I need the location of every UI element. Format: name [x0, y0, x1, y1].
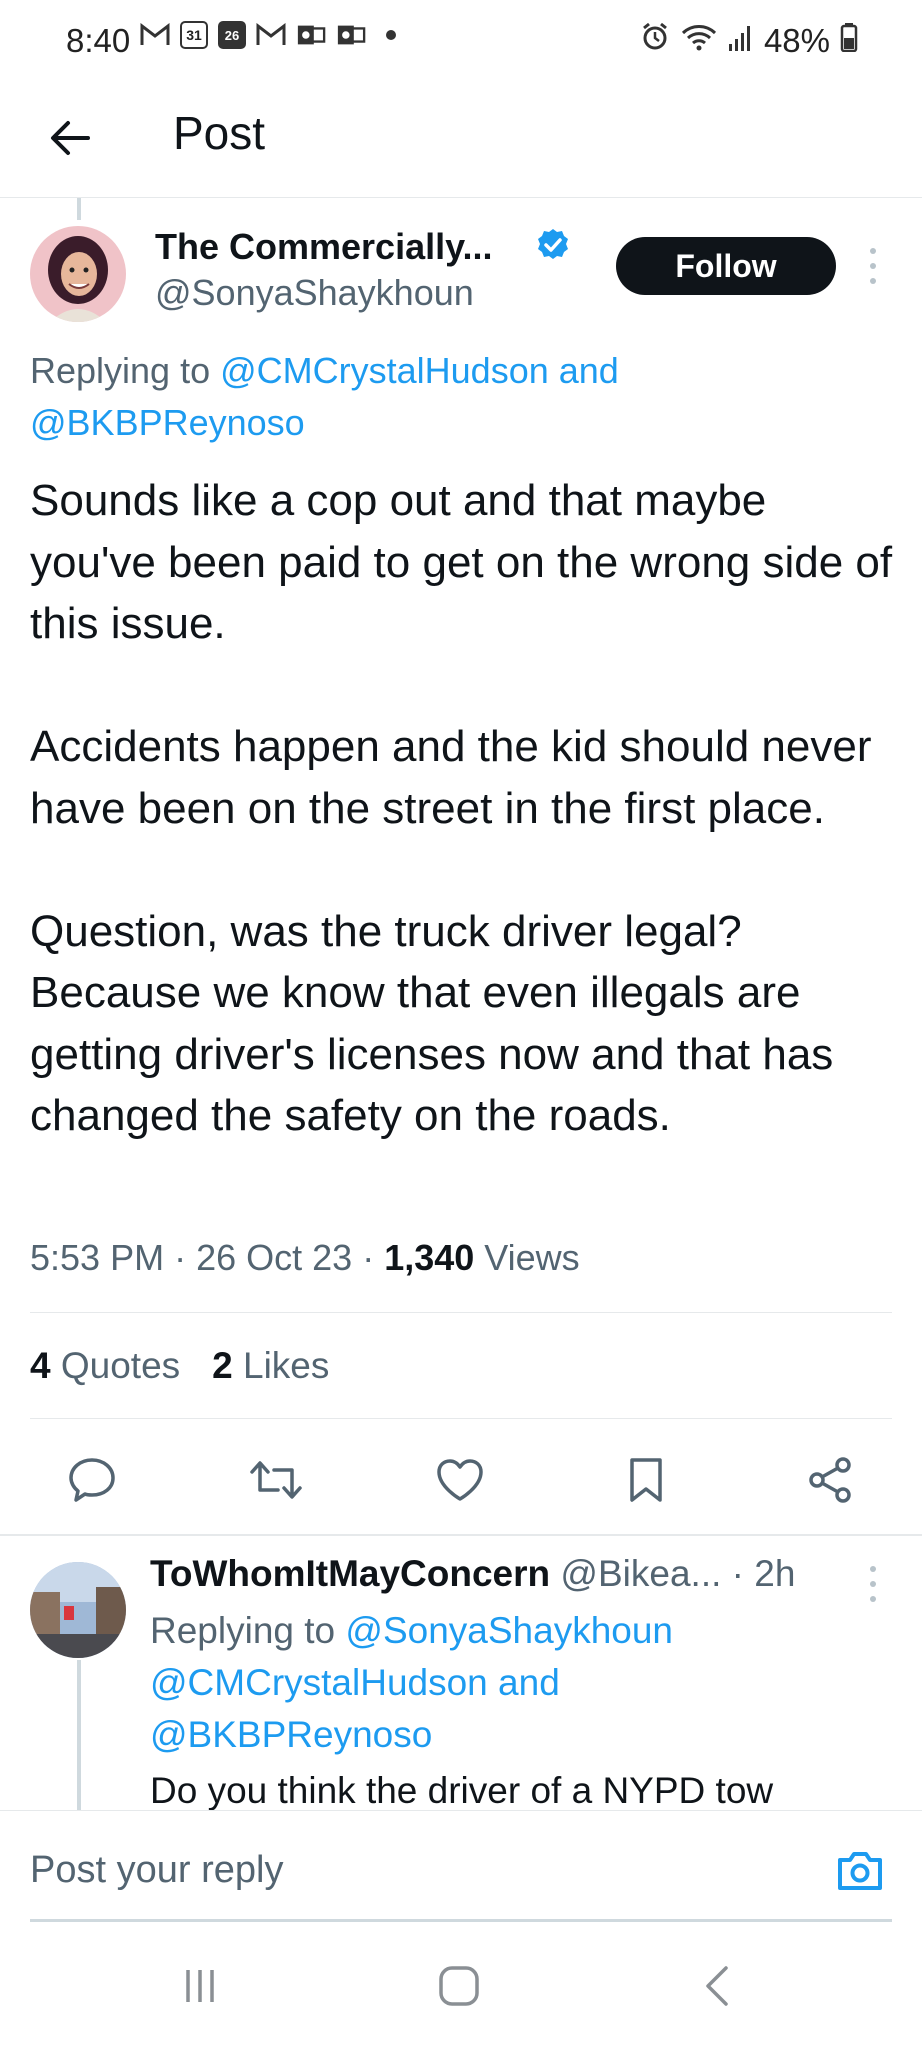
notification-icons: 31 26 — [140, 20, 406, 50]
repost-icon — [250, 1461, 302, 1499]
replying-and: and — [487, 1662, 560, 1703]
heart-icon — [437, 1459, 483, 1501]
avatar[interactable] — [30, 226, 126, 322]
arrow-left-icon — [51, 121, 90, 155]
back-button[interactable] — [40, 108, 100, 168]
tweet-meta: 5:53 PM · 26 Oct 23 · 1,340 Views — [30, 1237, 580, 1278]
likes-count: 2 — [212, 1345, 233, 1386]
tweet-paragraph: Sounds like a cop out and that maybe you… — [30, 476, 893, 648]
recent-apps-icon — [186, 1970, 214, 2002]
profile-photo-icon — [30, 226, 126, 322]
alarm-icon — [640, 22, 670, 60]
replying-and: and — [548, 350, 619, 391]
mention-link[interactable]: @BKBPReynoso — [150, 1714, 432, 1755]
bookmark-button[interactable] — [618, 1452, 674, 1508]
replying-prefix: Replying to — [150, 1610, 346, 1651]
camera-button[interactable] — [834, 1847, 886, 1895]
quotes-count: 4 — [30, 1345, 51, 1386]
replying-prefix: Replying to — [30, 350, 221, 391]
repost-button[interactable] — [248, 1452, 304, 1508]
system-back-button[interactable] — [682, 1956, 752, 2016]
quotes-label: Quotes — [50, 1345, 181, 1386]
calendar-day: 31 — [186, 27, 202, 43]
calendar-icon: 26 — [218, 21, 246, 49]
reply-age: 2h — [754, 1553, 796, 1594]
tweet-date: 26 Oct 23 — [196, 1237, 353, 1278]
action-bar — [0, 1440, 922, 1520]
post-screen: 8:40 31 26 48% Post The Commercially... … — [0, 0, 922, 2048]
reply-input[interactable]: Post your reply — [30, 1849, 283, 1892]
home-button[interactable] — [424, 1956, 494, 2016]
signal-icon — [728, 22, 754, 60]
chevron-left-icon — [706, 1966, 728, 2006]
dot-icon — [376, 20, 406, 50]
home-icon — [439, 1966, 479, 2006]
recent-apps-button[interactable] — [165, 1956, 235, 2016]
gmail-icon — [140, 20, 170, 50]
views-count: 1,340 — [384, 1237, 475, 1278]
mention-link[interactable]: @CMCrystalHudson — [220, 350, 549, 391]
outlook-icon — [296, 20, 326, 50]
share-icon — [809, 1457, 851, 1503]
bookmark-icon — [630, 1458, 662, 1502]
reply-composer: Post your reply — [0, 1810, 922, 1930]
thread-connector — [77, 1660, 81, 1810]
status-time: 8:40 — [66, 22, 131, 59]
battery-icon — [840, 22, 858, 60]
calendar-day: 26 — [224, 27, 240, 43]
page-title: Post — [173, 107, 266, 159]
top-app-bar: Post — [0, 80, 922, 198]
replying-to: Replying to @SonyaShaykhoun @CMCrystalHud… — [150, 1605, 890, 1761]
share-button[interactable] — [802, 1452, 858, 1508]
mention-link[interactable]: @CMCrystalHudson — [150, 1662, 488, 1703]
follow-button[interactable]: Follow — [616, 237, 836, 295]
views-label: Views — [474, 1237, 580, 1278]
likes-stat[interactable]: 2 Likes — [212, 1345, 329, 1387]
camera-icon — [838, 1852, 882, 1890]
battery-percent: 48% — [763, 22, 830, 59]
divider — [0, 1534, 922, 1536]
reply-author-name[interactable]: ToWhomItMayConcern — [150, 1553, 550, 1594]
calendar-icon: 31 — [180, 21, 208, 49]
more-options-icon[interactable] — [866, 1566, 880, 1602]
replying-to: Replying to @CMCrystalHudson and @BKBPRe… — [30, 345, 890, 449]
author-handle[interactable]: @SonyaShaykhoun — [155, 272, 474, 314]
tweet-text: Sounds like a cop out and that maybe you… — [30, 470, 900, 1147]
reply-text: Do you think the driver of a NYPD tow — [150, 1770, 774, 1811]
status-right: 48% — [640, 22, 858, 60]
likes-label: Likes — [232, 1345, 330, 1386]
input-underline — [30, 1919, 892, 1922]
reply-icon — [69, 1458, 115, 1502]
tweet-paragraph: Accidents happen and the kid should neve… — [30, 722, 872, 833]
profile-photo-icon — [30, 1562, 126, 1658]
divider — [30, 1312, 892, 1313]
author-name[interactable]: The Commercially... — [155, 226, 492, 268]
divider — [30, 1418, 892, 1419]
status-bar: 8:40 31 26 48% — [0, 0, 922, 80]
mention-link[interactable]: @BKBPReynoso — [30, 402, 305, 443]
thread-connector — [77, 198, 81, 220]
like-button[interactable] — [432, 1452, 488, 1508]
engagement-stats: 4 Quotes 2 Likes — [30, 1345, 329, 1387]
gmail-icon — [256, 20, 286, 50]
reply-author-handle[interactable]: @Bikea... — [560, 1553, 721, 1594]
reply-button[interactable] — [64, 1452, 120, 1508]
avatar[interactable] — [30, 1562, 126, 1658]
tweet-time: 5:53 PM — [30, 1237, 165, 1278]
verified-badge-icon — [536, 228, 570, 262]
quotes-stat[interactable]: 4 Quotes — [30, 1345, 180, 1387]
wifi-icon — [680, 22, 718, 60]
system-nav-bar — [0, 1930, 922, 2048]
reply-header: ToWhomItMayConcern @Bikea... · 2h — [150, 1553, 796, 1594]
tweet-paragraph: Question, was the truck driver legal? Be… — [30, 906, 834, 1141]
more-options-icon[interactable] — [866, 248, 880, 284]
outlook-icon — [336, 20, 366, 50]
mention-link[interactable]: @SonyaShaykhoun — [345, 1610, 673, 1651]
